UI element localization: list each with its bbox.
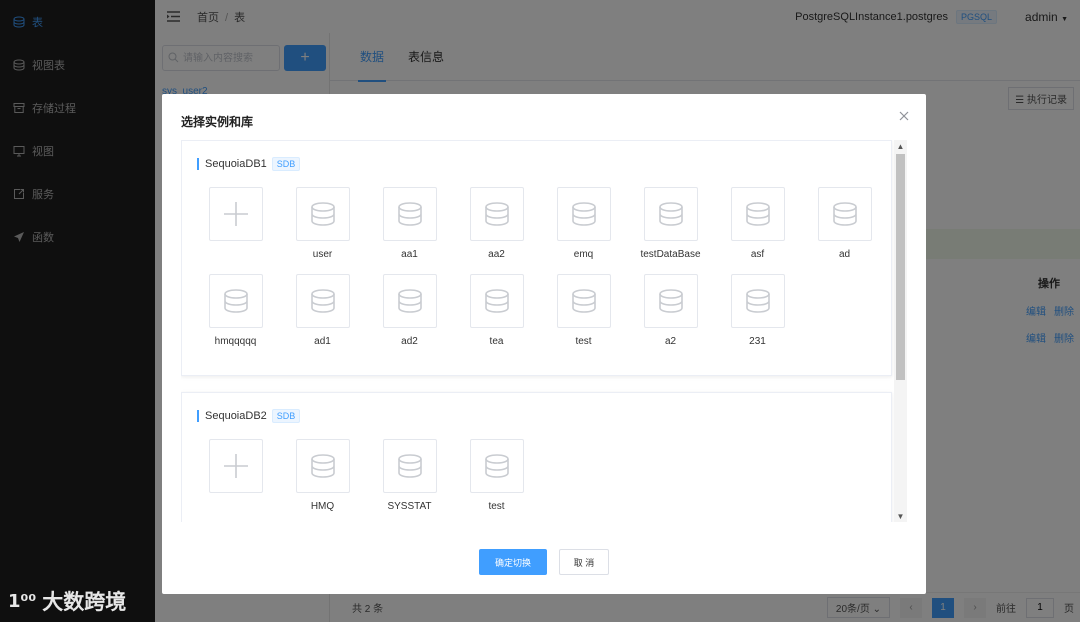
- close-icon[interactable]: [898, 110, 910, 122]
- database-icon: [832, 202, 857, 226]
- scroll-down-icon[interactable]: ▼: [894, 510, 907, 522]
- database-name: a2: [664, 336, 677, 347]
- database-icon: [484, 202, 509, 226]
- database-name: test: [575, 336, 592, 347]
- instance-card: SequoiaDB1 SDB user aa1 aa2 emq testDataBase as…: [181, 140, 892, 376]
- add-database-button[interactable]: [192, 187, 279, 241]
- database-name: testDataBase: [640, 249, 701, 260]
- database-box[interactable]: [382, 274, 437, 328]
- database-box[interactable]: [817, 187, 872, 241]
- database-icon: [571, 289, 596, 313]
- accent-bar: [197, 410, 199, 422]
- database-name: SYSSTAT: [387, 501, 432, 512]
- database-icon: [658, 289, 683, 313]
- instance-type-badge: SDB: [271, 409, 301, 423]
- scroll-up-icon[interactable]: ▲: [894, 140, 907, 152]
- database-box[interactable]: [556, 274, 611, 328]
- database-icon: [658, 202, 683, 226]
- database-icon: [571, 202, 596, 226]
- scrollbar[interactable]: ▲ ▼: [894, 140, 907, 522]
- database-icon: [397, 289, 422, 313]
- watermark-logo: 1⁰⁰: [8, 590, 37, 612]
- dialog-title: 选择实例和库: [181, 115, 254, 129]
- instance-card: SequoiaDB2 SDB HMQ SYSSTAT test: [181, 392, 892, 522]
- dialog-footer: 确定切换 取 消: [162, 549, 926, 575]
- database-box[interactable]: [295, 274, 350, 328]
- database-item[interactable]: tea: [453, 274, 540, 348]
- instance-name: SequoiaDB2: [205, 410, 267, 422]
- database-box[interactable]: [469, 187, 524, 241]
- database-box[interactable]: [208, 274, 263, 328]
- database-box[interactable]: [556, 187, 611, 241]
- instance-list: SequoiaDB1 SDB user aa1 aa2 emq testDataBase as…: [181, 140, 907, 522]
- scrollbar-thumb[interactable]: [896, 154, 905, 380]
- database-name: ad2: [401, 336, 418, 347]
- database-item[interactable]: user: [279, 187, 366, 261]
- database-item[interactable]: aa1: [366, 187, 453, 261]
- database-icon: [310, 202, 335, 226]
- database-item[interactable]: asf: [714, 187, 801, 261]
- database-item[interactable]: aa2: [453, 187, 540, 261]
- database-name: emq: [573, 249, 594, 260]
- database-icon: [484, 454, 509, 478]
- add-box[interactable]: [208, 187, 263, 241]
- database-name: test: [488, 501, 505, 512]
- database-icon: [397, 202, 422, 226]
- database-icon: [310, 289, 335, 313]
- database-box[interactable]: [382, 439, 437, 493]
- database-name: aa2: [488, 249, 505, 260]
- database-name: ad1: [314, 336, 331, 347]
- database-item[interactable]: a2: [627, 274, 714, 348]
- database-icon: [745, 202, 770, 226]
- database-box[interactable]: [295, 439, 350, 493]
- database-name: user: [312, 249, 333, 260]
- database-box[interactable]: [469, 439, 524, 493]
- confirm-switch-button[interactable]: 确定切换: [479, 549, 547, 575]
- database-name: aa1: [401, 249, 418, 260]
- database-item[interactable]: 231: [714, 274, 801, 348]
- instance-header: SequoiaDB2 SDB: [197, 409, 301, 423]
- database-box[interactable]: [295, 187, 350, 241]
- database-name: HMQ: [310, 501, 335, 512]
- instance-name: SequoiaDB1: [205, 158, 267, 170]
- watermark: 1⁰⁰ 大数跨境: [8, 586, 126, 616]
- instance-type-badge: SDB: [271, 157, 301, 171]
- plus-icon: [223, 202, 248, 226]
- database-icon: [745, 289, 770, 313]
- select-instance-dialog: 选择实例和库 SequoiaDB1 SDB user aa1 aa2 emq testDat…: [162, 94, 926, 594]
- database-item[interactable]: ad: [801, 187, 888, 261]
- database-name: 231: [749, 336, 766, 347]
- database-icon: [310, 454, 335, 478]
- database-item[interactable]: test: [453, 439, 540, 513]
- instance-header: SequoiaDB1 SDB: [197, 157, 301, 171]
- database-name: hmqqqqq: [214, 336, 257, 347]
- database-name: ad: [838, 249, 851, 260]
- database-box[interactable]: [730, 274, 785, 328]
- database-box[interactable]: [730, 187, 785, 241]
- accent-bar: [197, 158, 199, 170]
- database-item[interactable]: SYSSTAT: [366, 439, 453, 513]
- database-icon: [484, 289, 509, 313]
- cancel-button[interactable]: 取 消: [559, 549, 609, 575]
- add-database-button[interactable]: [192, 439, 279, 493]
- database-item[interactable]: testDataBase: [627, 187, 714, 261]
- database-item[interactable]: emq: [540, 187, 627, 261]
- plus-icon: [223, 454, 248, 478]
- database-item[interactable]: hmqqqqq: [192, 274, 279, 348]
- database-box[interactable]: [643, 187, 698, 241]
- database-box[interactable]: [643, 274, 698, 328]
- database-icon: [397, 454, 422, 478]
- database-item[interactable]: ad1: [279, 274, 366, 348]
- database-name: asf: [750, 249, 765, 260]
- add-box[interactable]: [208, 439, 263, 493]
- database-icon: [223, 289, 248, 313]
- database-item[interactable]: HMQ: [279, 439, 366, 513]
- database-name: tea: [489, 336, 504, 347]
- watermark-text: 大数跨境: [42, 591, 127, 614]
- database-item[interactable]: ad2: [366, 274, 453, 348]
- database-box[interactable]: [382, 187, 437, 241]
- database-box[interactable]: [469, 274, 524, 328]
- database-item[interactable]: test: [540, 274, 627, 348]
